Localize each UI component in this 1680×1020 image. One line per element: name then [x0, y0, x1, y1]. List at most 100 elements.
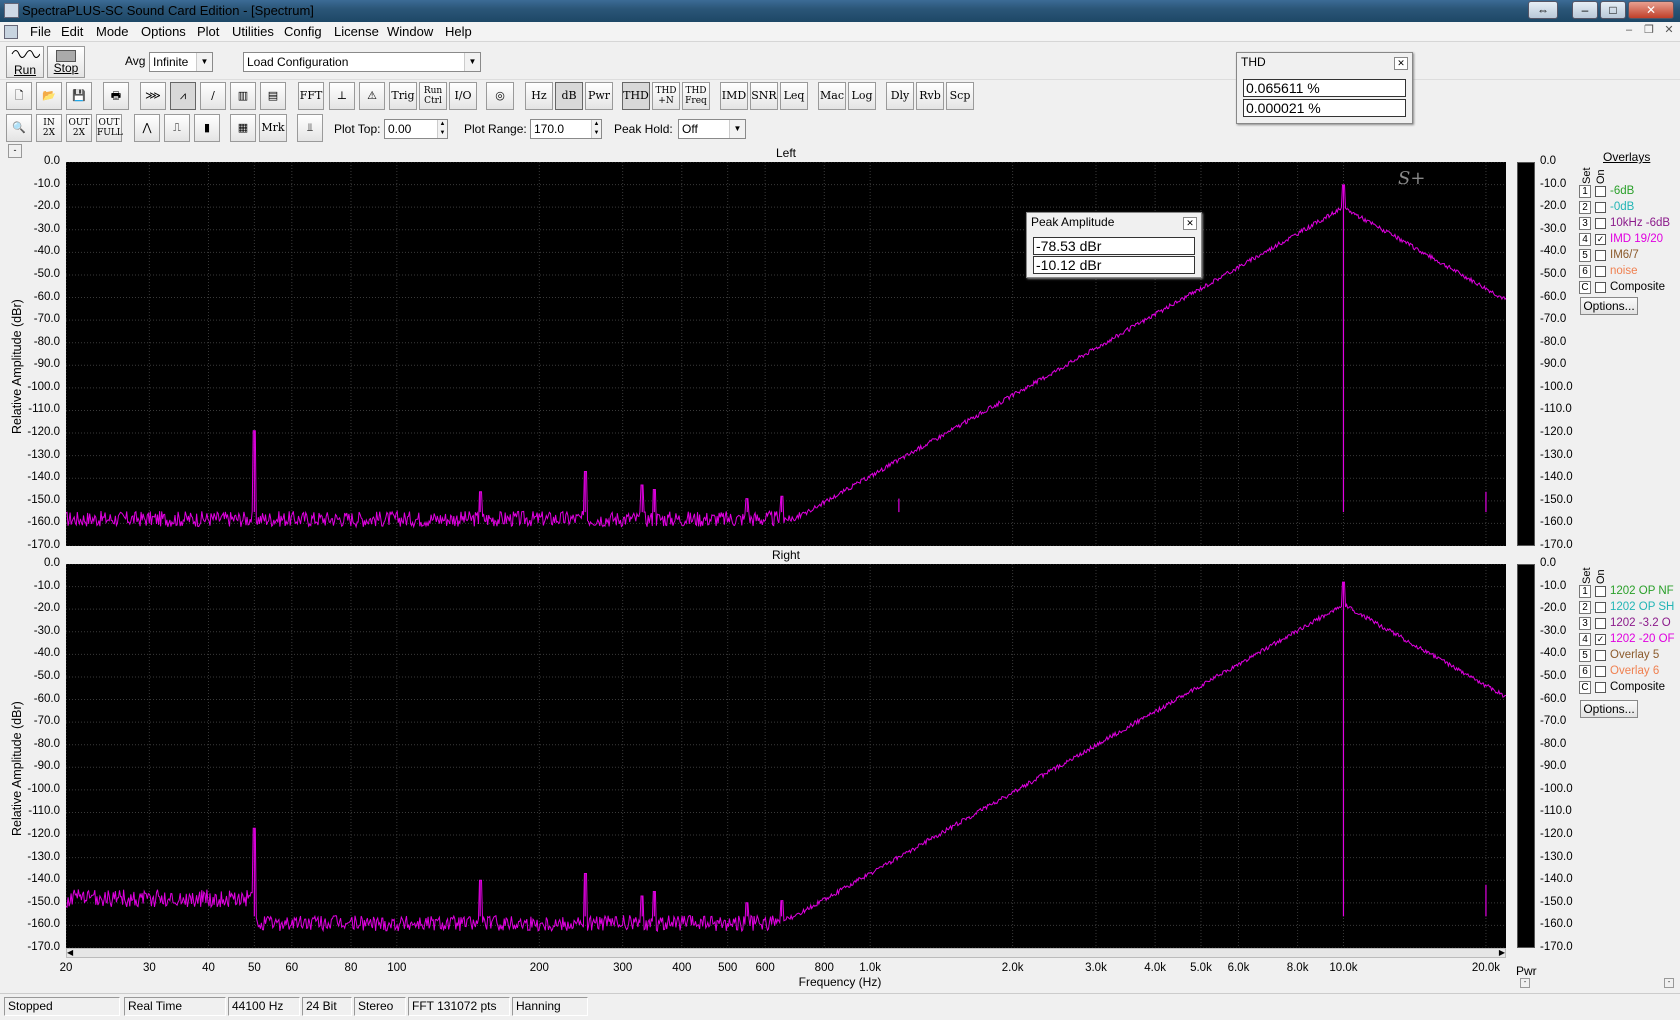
menu-plot[interactable]: Plot — [197, 24, 219, 39]
overlay-on-checkbox[interactable] — [1595, 586, 1606, 597]
close-icon[interactable]: ✕ — [1183, 217, 1197, 230]
db-button[interactable]: dB — [555, 82, 583, 110]
overlay-on-checkbox[interactable] — [1595, 186, 1606, 197]
menu-file[interactable]: File — [30, 24, 51, 39]
overlay-on-checkbox[interactable]: ✓ — [1595, 634, 1606, 645]
scale-button[interactable]: ⊥ — [329, 82, 355, 110]
spectrum-view-button[interactable]: ⩘ — [170, 82, 196, 110]
trig-button[interactable]: Trig — [389, 82, 417, 110]
zoom-button[interactable]: 🔍 — [6, 114, 32, 142]
overlay-on-checkbox[interactable]: ✓ — [1595, 234, 1606, 245]
overlay-set-button[interactable]: 3 — [1579, 217, 1591, 230]
overlay-set-button[interactable]: 5 — [1579, 249, 1591, 262]
menu-license[interactable]: License — [334, 24, 379, 39]
mdi-close-icon[interactable]: ✕ — [1662, 24, 1676, 38]
stop-button[interactable]: Stop — [47, 46, 85, 78]
hz-button[interactable]: Hz — [525, 82, 553, 110]
phase-view-button[interactable]: ∕ — [200, 82, 226, 110]
overlay-set-button[interactable]: 4 — [1579, 633, 1591, 646]
mdi-minimize-icon[interactable]: – — [1622, 24, 1636, 38]
peak-amplitude-window[interactable]: Peak Amplitude ✕ -78.53 dBr -10.12 dBr — [1026, 212, 1202, 278]
thd-n-button[interactable]: THD +N — [652, 82, 680, 110]
menu-utilities[interactable]: Utilities — [232, 24, 274, 39]
table-view-button[interactable]: ▦ — [230, 114, 256, 142]
peak-hold-select[interactable]: Off ▼ — [678, 119, 746, 139]
avg-select[interactable]: Infinite ▼ — [149, 52, 213, 72]
calibrate-button[interactable]: ⚠ — [359, 82, 385, 110]
run-ctrl-button[interactable]: Run Ctrl — [419, 82, 447, 110]
cursor-button[interactable]: ⫫ — [297, 114, 323, 142]
open-file-button[interactable]: 📂 — [36, 82, 62, 110]
thd-button[interactable]: THD — [622, 82, 650, 110]
3d-view-button[interactable]: ▤ — [260, 82, 286, 110]
overlay-on-checkbox[interactable] — [1595, 682, 1606, 693]
mac-button[interactable]: Mac — [818, 82, 846, 110]
pwr-button[interactable]: Pwr — [585, 82, 613, 110]
imd-button[interactable]: IMD — [720, 82, 748, 110]
close-window-icon[interactable]: ✕ — [1628, 1, 1674, 19]
fft-button[interactable]: FFT — [298, 82, 324, 110]
overlay-set-button[interactable]: C — [1579, 681, 1591, 694]
mdi-restore-icon[interactable]: ❐ — [1642, 24, 1656, 38]
overlay-options-button-right[interactable]: Options... — [1580, 700, 1638, 718]
overlay-on-checkbox[interactable] — [1595, 602, 1606, 613]
overlay-on-checkbox[interactable] — [1595, 218, 1606, 229]
horizontal-scrollbar[interactable]: ◀ ▶ — [66, 948, 1506, 958]
marker-button[interactable]: Mrk — [259, 114, 287, 142]
overlay-set-button[interactable]: 4 — [1579, 233, 1591, 246]
spectrogram-view-button[interactable]: ▥ — [230, 82, 256, 110]
overlay-set-button[interactable]: 6 — [1579, 665, 1591, 678]
scroll-left-icon[interactable]: ◀ — [67, 948, 73, 957]
document-icon[interactable] — [4, 25, 18, 39]
menu-config[interactable]: Config — [284, 24, 322, 39]
scp-button[interactable]: Scp — [946, 82, 974, 110]
generator-button[interactable]: ◎ — [486, 82, 514, 110]
save-file-button[interactable]: 💾 — [66, 82, 92, 110]
pwr-collapse-icon[interactable]: - — [1520, 978, 1530, 988]
zoom-in-2x-button[interactable]: IN 2X — [36, 114, 62, 142]
menu-window[interactable]: Window — [387, 24, 433, 39]
octave-view-button[interactable]: ⎍ — [164, 114, 190, 142]
overlay-set-button[interactable]: 2 — [1579, 201, 1591, 214]
new-file-button[interactable]: 🗋 — [6, 82, 32, 110]
zoom-out-2x-button[interactable]: OUT 2X — [66, 114, 92, 142]
leq-button[interactable]: Leq — [780, 82, 808, 110]
view-1-button[interactable]: ⋙ — [140, 82, 166, 110]
menu-help[interactable]: Help — [445, 24, 472, 39]
zoom-out-full-button[interactable]: OUT FULL — [96, 114, 123, 142]
spinner-icon[interactable]: ▲ ▼ — [437, 120, 447, 138]
maximize-window-icon[interactable]: □ — [1600, 1, 1626, 19]
dly-button[interactable]: Dly — [886, 82, 914, 110]
overlay-on-checkbox[interactable] — [1595, 650, 1606, 661]
menu-mode[interactable]: Mode — [96, 24, 129, 39]
overlay-on-checkbox[interactable] — [1595, 250, 1606, 261]
overlay-set-button[interactable]: 5 — [1579, 649, 1591, 662]
overlay-set-button[interactable]: 3 — [1579, 617, 1591, 630]
peak-view-button[interactable]: ⋀ — [134, 114, 160, 142]
overlay-on-checkbox[interactable] — [1595, 666, 1606, 677]
right-spectrum-plot[interactable] — [66, 564, 1506, 948]
plot-top-input[interactable]: 0.00 ▲ ▼ — [384, 119, 448, 139]
thd-freq-button[interactable]: THD Freq — [682, 82, 710, 110]
overlay-on-checkbox[interactable] — [1595, 282, 1606, 293]
overlay-on-checkbox[interactable] — [1595, 618, 1606, 629]
print-button[interactable]: 🖶 — [103, 82, 129, 110]
menu-options[interactable]: Options — [141, 24, 186, 39]
close-icon[interactable]: ✕ — [1394, 57, 1408, 70]
overlay-set-button[interactable]: C — [1579, 281, 1591, 294]
snr-button[interactable]: SNR — [750, 82, 778, 110]
run-button[interactable]: Run — [6, 46, 44, 78]
log-button[interactable]: Log — [848, 82, 876, 110]
io-button[interactable]: I/O — [449, 82, 477, 110]
overlay-set-button[interactable]: 2 — [1579, 601, 1591, 614]
overlay-set-button[interactable]: 1 — [1579, 185, 1591, 198]
minimize-window-icon[interactable]: – — [1572, 1, 1598, 19]
bars-view-button[interactable]: ▮ — [194, 114, 220, 142]
menu-edit[interactable]: Edit — [61, 24, 83, 39]
left-spectrum-plot[interactable] — [66, 162, 1506, 546]
rvb-button[interactable]: Rvb — [916, 82, 944, 110]
overlay-on-checkbox[interactable] — [1595, 266, 1606, 277]
spinner-icon[interactable]: ▲ ▼ — [591, 120, 601, 138]
overlay-set-button[interactable]: 1 — [1579, 585, 1591, 598]
panel-collapse-icon[interactable]: - — [1664, 978, 1674, 988]
